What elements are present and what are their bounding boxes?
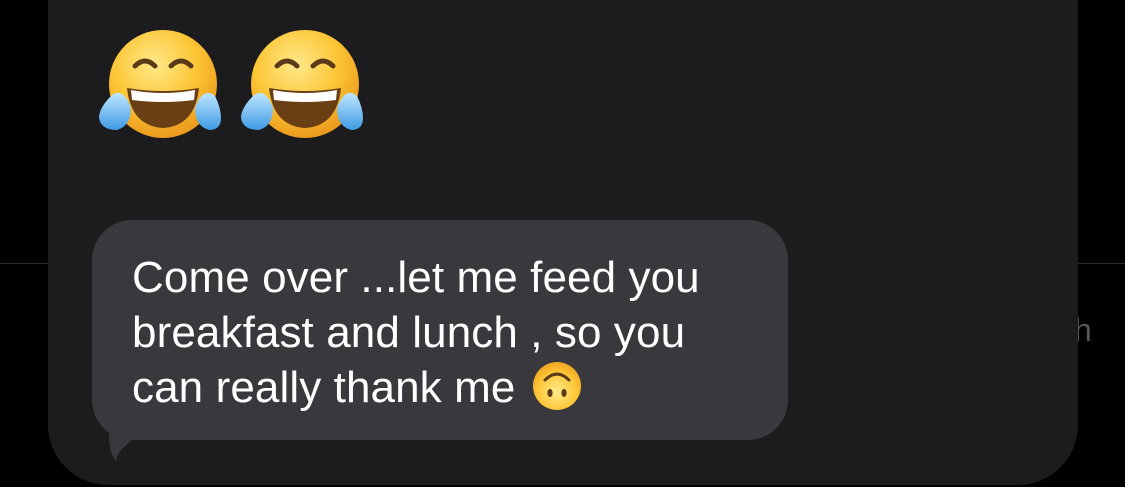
message-line-text: can really thank me bbox=[132, 363, 516, 412]
face-with-tears-of-joy-icon bbox=[99, 30, 221, 138]
message-line-last: can really thank me bbox=[132, 360, 772, 415]
emoji-message[interactable] bbox=[97, 26, 363, 150]
message-line: Come over ...let me feed you bbox=[132, 253, 700, 302]
face-with-tears-of-joy-icon bbox=[241, 30, 363, 138]
message-text: Come over ...let me feed you breakfast a… bbox=[132, 250, 772, 415]
message-bubble-tail bbox=[109, 412, 155, 462]
message-line: breakfast and lunch , so you bbox=[132, 308, 686, 357]
upside-down-face-icon bbox=[533, 362, 582, 410]
screen: h Come over ...let me feed you breakfast… bbox=[0, 0, 1125, 487]
